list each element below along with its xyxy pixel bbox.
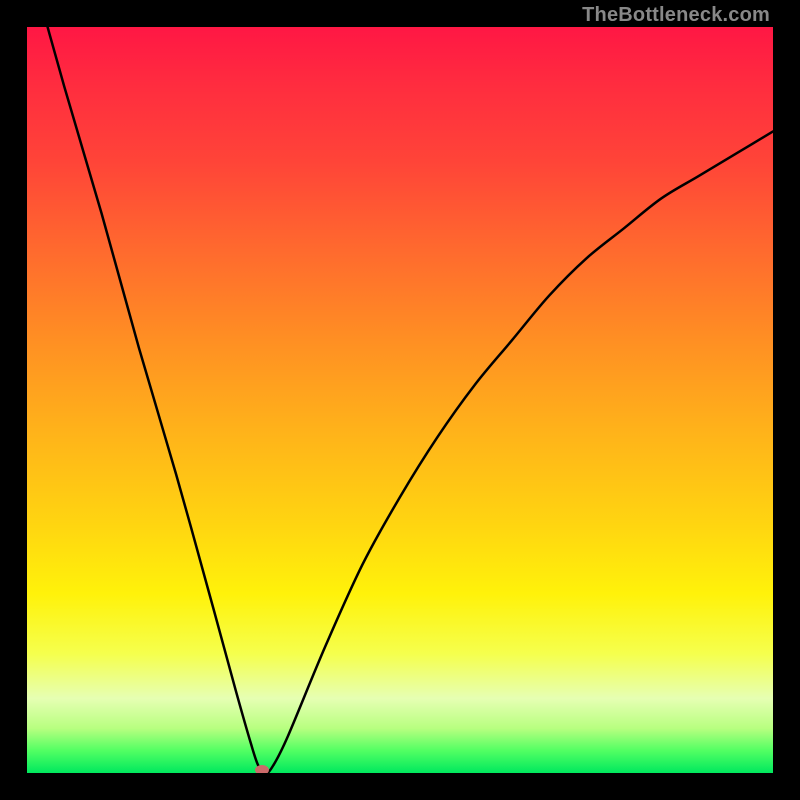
- chart-frame: TheBottleneck.com: [0, 0, 800, 800]
- chart-svg: [27, 27, 773, 773]
- watermark-text: TheBottleneck.com: [582, 4, 770, 27]
- minimum-marker: [255, 765, 269, 773]
- plot-area: [27, 27, 773, 773]
- bottleneck-curve: [27, 27, 773, 773]
